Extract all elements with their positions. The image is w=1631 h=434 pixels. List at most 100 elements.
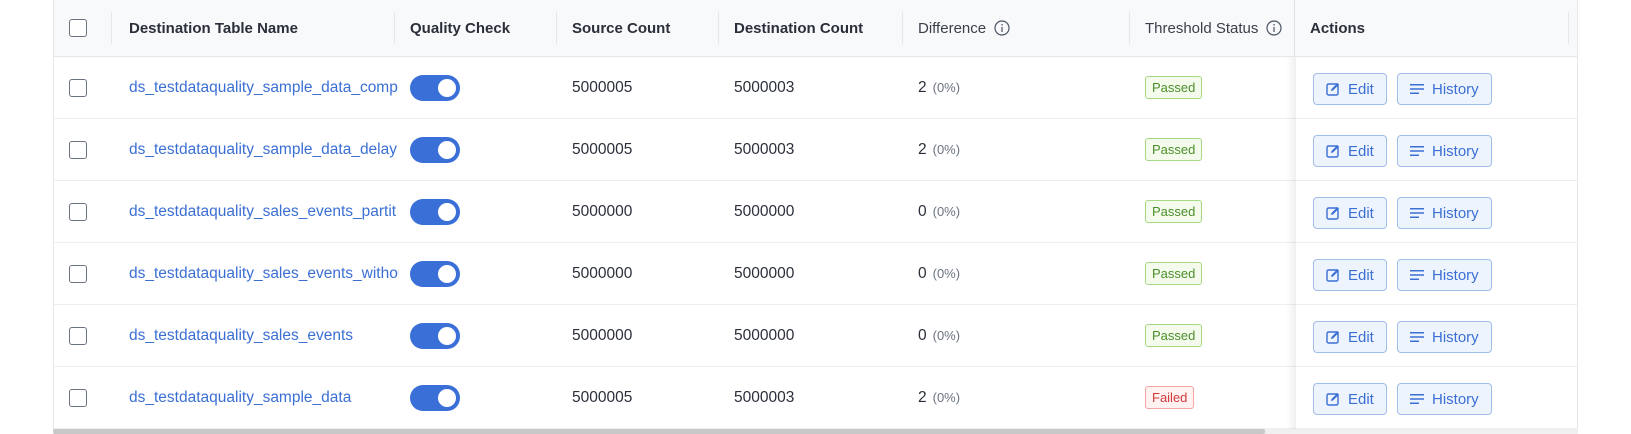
destination-count-cell: 5000003 bbox=[734, 57, 794, 118]
toggle-knob bbox=[438, 264, 456, 283]
history-list-icon bbox=[1410, 208, 1424, 218]
edit-label: Edit bbox=[1348, 80, 1374, 98]
row-checkbox[interactable] bbox=[69, 78, 87, 97]
row-select-cell bbox=[69, 367, 87, 428]
destination-count-cell: 5000003 bbox=[734, 119, 794, 180]
quality-check-toggle[interactable] bbox=[410, 384, 460, 411]
status-badge: Failed bbox=[1145, 386, 1195, 409]
difference-cell: 2 (0%) bbox=[918, 367, 960, 428]
row-select-cell bbox=[69, 243, 87, 304]
history-label: History bbox=[1432, 390, 1479, 408]
history-label: History bbox=[1432, 80, 1479, 98]
difference-value: 0 bbox=[918, 202, 927, 220]
column-divider bbox=[1294, 0, 1295, 57]
row-checkbox[interactable] bbox=[69, 388, 87, 407]
scrollbar-thumb[interactable] bbox=[53, 429, 1265, 434]
difference-percent: (0%) bbox=[932, 80, 961, 95]
select-all-checkbox[interactable] bbox=[69, 19, 87, 37]
table-name-link[interactable]: ds_testdataquality_sales_events_withou bbox=[129, 265, 399, 283]
destination-count: 5000000 bbox=[734, 264, 795, 282]
table-name-link[interactable]: ds_testdataquality_sales_events_partit bbox=[129, 203, 399, 221]
source-count-cell: 5000005 bbox=[572, 367, 632, 428]
edit-icon bbox=[1326, 393, 1339, 406]
history-label: History bbox=[1432, 142, 1479, 160]
quality-check-cell bbox=[410, 243, 460, 304]
column-divider bbox=[394, 12, 395, 44]
toggle-knob bbox=[438, 78, 456, 97]
table-row[interactable]: ds_testdataquality_sales_events 5000000 … bbox=[54, 305, 1577, 367]
quality-check-toggle[interactable] bbox=[410, 260, 460, 287]
destination-count-cell: 5000000 bbox=[734, 243, 794, 304]
quality-check-toggle[interactable] bbox=[410, 136, 460, 163]
history-button[interactable]: History bbox=[1397, 383, 1492, 415]
column-divider bbox=[718, 12, 719, 44]
quality-check-toggle[interactable] bbox=[410, 322, 460, 349]
horizontal-scrollbar[interactable] bbox=[53, 429, 1578, 434]
edit-button[interactable]: Edit bbox=[1313, 197, 1387, 229]
quality-check-cell bbox=[410, 181, 460, 242]
history-button[interactable]: History bbox=[1397, 197, 1492, 229]
quality-check-cell bbox=[410, 57, 460, 118]
edit-label: Edit bbox=[1348, 142, 1374, 160]
table-row[interactable]: ds_testdataquality_sales_events_partit 5… bbox=[54, 181, 1577, 243]
edit-button[interactable]: Edit bbox=[1313, 259, 1387, 291]
row-checkbox[interactable] bbox=[69, 202, 87, 221]
column-divider bbox=[556, 12, 557, 44]
header-difference[interactable]: Difference bbox=[918, 0, 1010, 56]
table-row[interactable]: ds_testdataquality_sample_data_delay 500… bbox=[54, 119, 1577, 181]
column-divider bbox=[1129, 12, 1130, 44]
table-header: Destination Table Name Quality Check Sou… bbox=[54, 0, 1577, 57]
history-list-icon bbox=[1410, 270, 1424, 280]
table-name-link[interactable]: ds_testdataquality_sales_events bbox=[129, 327, 399, 345]
history-list-icon bbox=[1410, 332, 1424, 342]
actions-cell: Edit History bbox=[1294, 181, 1577, 242]
row-checkbox[interactable] bbox=[69, 264, 87, 283]
history-button[interactable]: History bbox=[1397, 135, 1492, 167]
history-button[interactable]: History bbox=[1397, 259, 1492, 291]
actions-cell: Edit History bbox=[1294, 243, 1577, 304]
name-cell: ds_testdataquality_sales_events_partit bbox=[129, 181, 399, 242]
toggle-knob bbox=[438, 388, 456, 407]
row-checkbox[interactable] bbox=[69, 326, 87, 345]
source-count: 5000000 bbox=[572, 326, 633, 344]
row-checkbox[interactable] bbox=[69, 140, 87, 159]
actions-cell: Edit History bbox=[1294, 367, 1577, 428]
quality-check-cell bbox=[410, 119, 460, 180]
header-destination-count[interactable]: Destination Count bbox=[734, 0, 863, 56]
table-row[interactable]: ds_testdataquality_sample_data_comp 5000… bbox=[54, 57, 1577, 119]
table-name-link[interactable]: ds_testdataquality_sample_data_delay bbox=[129, 141, 399, 159]
header-destination-table-name[interactable]: Destination Table Name bbox=[129, 0, 298, 56]
difference-cell: 0 (0%) bbox=[918, 305, 960, 366]
history-button[interactable]: History bbox=[1397, 321, 1492, 353]
quality-check-toggle[interactable] bbox=[410, 74, 460, 101]
table-row[interactable]: ds_testdataquality_sales_events_withou 5… bbox=[54, 243, 1577, 305]
edit-button[interactable]: Edit bbox=[1313, 383, 1387, 415]
name-cell: ds_testdataquality_sample_data_delay bbox=[129, 119, 399, 180]
table-name-link[interactable]: ds_testdataquality_sample_data bbox=[129, 389, 399, 407]
quality-check-toggle[interactable] bbox=[410, 198, 460, 225]
row-select-cell bbox=[69, 181, 87, 242]
info-icon[interactable] bbox=[994, 20, 1010, 36]
header-quality-check[interactable]: Quality Check bbox=[410, 0, 510, 56]
header-threshold-status[interactable]: Threshold Status bbox=[1145, 0, 1283, 56]
table-row[interactable]: ds_testdataquality_sample_data 5000005 5… bbox=[54, 367, 1577, 429]
source-count-cell: 5000000 bbox=[572, 243, 632, 304]
name-cell: ds_testdataquality_sample_data_comp bbox=[129, 57, 399, 118]
header-source-count[interactable]: Source Count bbox=[572, 0, 670, 56]
info-icon[interactable] bbox=[1266, 20, 1283, 36]
edit-button[interactable]: Edit bbox=[1313, 135, 1387, 167]
toggle-knob bbox=[438, 202, 456, 221]
history-button[interactable]: History bbox=[1397, 73, 1492, 105]
edit-icon bbox=[1326, 331, 1339, 344]
source-count: 5000005 bbox=[572, 78, 633, 96]
threshold-status-cell: Passed bbox=[1145, 181, 1203, 242]
edit-icon bbox=[1326, 83, 1339, 96]
threshold-status-cell: Failed bbox=[1145, 367, 1195, 428]
threshold-status-cell: Passed bbox=[1145, 57, 1203, 118]
edit-button[interactable]: Edit bbox=[1313, 321, 1387, 353]
edit-button[interactable]: Edit bbox=[1313, 73, 1387, 105]
table-name-link[interactable]: ds_testdataquality_sample_data_comp bbox=[129, 79, 399, 97]
source-count: 5000005 bbox=[572, 388, 633, 406]
destination-count: 5000000 bbox=[734, 326, 795, 344]
destination-count: 5000000 bbox=[734, 202, 795, 220]
